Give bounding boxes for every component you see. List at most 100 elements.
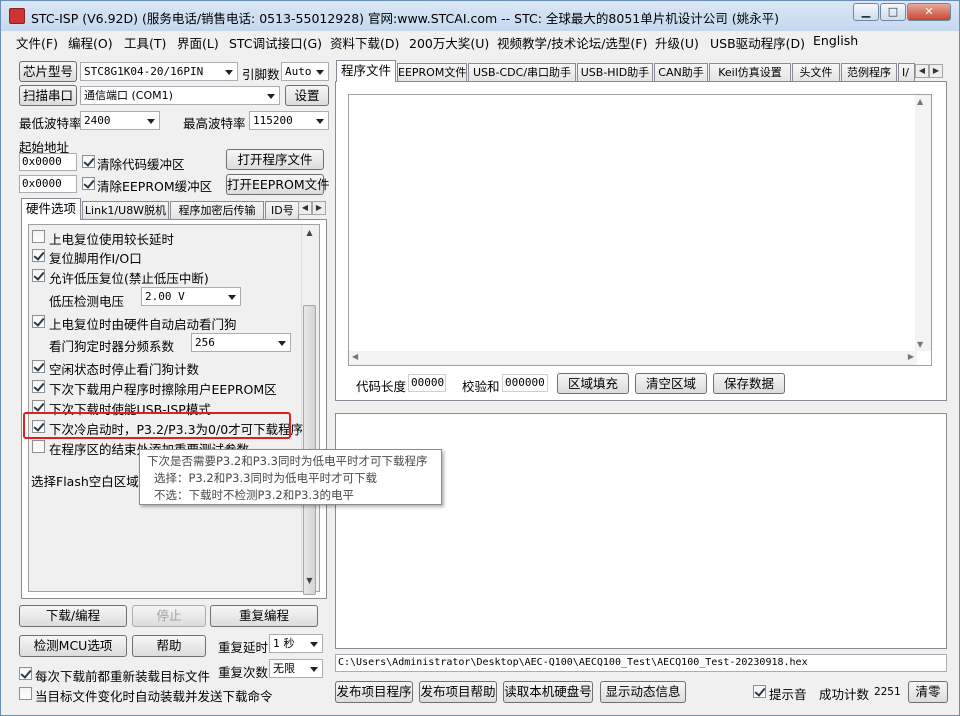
options-scrollbar[interactable]: ▲ ▼: [301, 225, 317, 595]
settings-button[interactable]: 设置: [285, 85, 329, 106]
open-eeprom-file-button[interactable]: 打开EEPROM文件: [226, 174, 330, 195]
check-mcu-button[interactable]: 检测MCU选项: [19, 635, 127, 657]
tab-scroll-right-icon[interactable]: ▶: [312, 201, 326, 215]
chip-type-button[interactable]: 芯片型号: [19, 61, 77, 82]
maximize-icon[interactable]: □: [880, 3, 906, 21]
option-checkbox-auto-watchdog[interactable]: [32, 315, 45, 328]
max-baud-select[interactable]: 115200: [249, 111, 329, 130]
auto-download-checkbox[interactable]: [19, 687, 32, 700]
tab-eeprom-file[interactable]: EEPROM文件: [397, 63, 467, 82]
pin-label: 引脚数: [242, 67, 280, 82]
menu-download-docs[interactable]: 资料下载(D): [330, 33, 399, 52]
menu-english[interactable]: English: [813, 33, 858, 48]
menu-interface[interactable]: 界面(L): [177, 33, 219, 52]
pin-value: Auto: [285, 65, 312, 78]
reprogram-button[interactable]: 重复编程: [210, 605, 318, 627]
hex-scroll-up-icon[interactable]: ▲: [917, 97, 923, 106]
tab-usb-cdc[interactable]: USB-CDC/串口助手: [468, 63, 576, 82]
tab-encrypt[interactable]: 程序加密后传输: [170, 201, 264, 219]
reload-checkbox[interactable]: [19, 667, 32, 680]
repeat-delay-select[interactable]: 1 秒: [269, 634, 323, 653]
chip-type-select[interactable]: STC8G1K04-20/16PIN: [80, 62, 238, 81]
hex-scroll-left-icon[interactable]: ◀: [352, 352, 358, 361]
hex-scroll-right-icon[interactable]: ▶: [908, 352, 914, 361]
main-window: STC-ISP (V6.92D) (服务电话/销售电话: 0513-550129…: [0, 0, 960, 716]
tab-examples[interactable]: 范例程序: [841, 63, 897, 82]
tab-keil[interactable]: Keil仿真设置: [709, 63, 791, 82]
tab-more[interactable]: I/: [898, 63, 915, 82]
menu-upgrade[interactable]: 升级(U): [655, 33, 699, 52]
hex-hscrollbar[interactable]: ◀ ▶: [349, 351, 917, 365]
menu-prize[interactable]: 200万大奖(U): [409, 33, 489, 52]
clear-eeprom-checkbox[interactable]: [82, 177, 95, 190]
menu-video[interactable]: 视频教学/技术论坛/选型(F): [497, 33, 647, 52]
scan-port-button[interactable]: 扫描串口: [19, 85, 77, 106]
min-baud-value: 2400: [84, 114, 111, 127]
option-checkbox-erase-eeprom[interactable]: [32, 380, 45, 393]
tooltip-line-3: 不选：下载时不检测P3.2和P3.3的电平: [154, 488, 354, 502]
tab-id[interactable]: ID号: [265, 201, 299, 219]
scroll-down-icon[interactable]: ▼: [302, 573, 317, 589]
repeat-count-label: 重复次数: [218, 665, 269, 680]
menu-usb-driver[interactable]: USB驱动程序(D): [710, 33, 805, 52]
wdt-prescaler-select[interactable]: 256: [191, 333, 291, 352]
chip-type-value: STC8G1K04-20/16PIN: [84, 65, 204, 78]
tab-header-file[interactable]: 头文件: [792, 63, 840, 82]
save-data-button[interactable]: 保存数据: [713, 373, 785, 394]
option-checkbox-test-params[interactable]: [32, 440, 45, 453]
read-disk-id-button[interactable]: 读取本机硬盘号: [503, 681, 593, 703]
publish-help-button[interactable]: 发布项目帮助: [419, 681, 497, 703]
program-file-pane: ▲ ▼ ◀ ▶ 代码长度 00000 校验和 000000 区域填充 清空区域 …: [335, 81, 947, 401]
option-checkbox-idle-stop-wdt[interactable]: [32, 360, 45, 373]
right-tab-scroll-left-icon[interactable]: ◀: [915, 64, 929, 78]
publish-program-button[interactable]: 发布项目程序: [335, 681, 413, 703]
open-program-file-button[interactable]: 打开程序文件: [226, 149, 324, 170]
code-start-address-input[interactable]: 0x0000: [19, 153, 77, 171]
hex-view[interactable]: ▲ ▼ ◀ ▶: [348, 94, 932, 366]
tab-hardware-options[interactable]: 硬件选项: [21, 198, 81, 220]
right-tab-scroll-right-icon[interactable]: ▶: [929, 64, 943, 78]
close-icon[interactable]: ✕: [907, 3, 951, 21]
hex-scroll-down-icon[interactable]: ▼: [917, 340, 923, 349]
tab-usb-hid[interactable]: USB-HID助手: [577, 63, 653, 82]
repeat-count-select[interactable]: 无限: [269, 659, 323, 678]
stop-button[interactable]: 停止: [132, 605, 206, 627]
tab-link1[interactable]: Link1/U8W脱机: [82, 201, 169, 219]
clear-area-button[interactable]: 清空区域: [635, 373, 707, 394]
option-checkbox-reset-io[interactable]: [32, 249, 45, 262]
tab-can[interactable]: CAN助手: [654, 63, 708, 82]
scroll-up-icon[interactable]: ▲: [302, 225, 317, 241]
eeprom-start-address-input[interactable]: 0x0000: [19, 175, 77, 193]
beep-checkbox[interactable]: [753, 685, 766, 698]
port-select[interactable]: 通信端口 (COM1): [80, 86, 280, 105]
tooltip-line-2: 选择：P3.2和P3.3同时为低电平时才可下载: [154, 471, 377, 485]
minimize-icon[interactable]: ▁: [853, 3, 879, 21]
file-path-field[interactable]: C:\Users\Administrator\Desktop\AEC-Q100\…: [335, 654, 947, 672]
min-baud-select[interactable]: 2400: [80, 111, 160, 130]
show-dynamic-info-button[interactable]: 显示动态信息: [600, 681, 686, 703]
window-title: STC-ISP (V6.92D) (服务电话/销售电话: 0513-550129…: [31, 11, 779, 26]
title-bar: STC-ISP (V6.92D) (服务电话/销售电话: 0513-550129…: [1, 1, 959, 31]
clear-count-button[interactable]: 清零: [908, 681, 948, 703]
low-voltage-select[interactable]: 2.00 V: [141, 287, 241, 306]
clear-code-checkbox[interactable]: [82, 155, 95, 168]
help-button[interactable]: 帮助: [132, 635, 206, 657]
menu-tools[interactable]: 工具(T): [124, 33, 166, 52]
fill-area-button[interactable]: 区域填充: [557, 373, 629, 394]
menu-program[interactable]: 编程(O): [68, 33, 113, 52]
clear-eeprom-label: 清除EEPROM缓冲区: [97, 179, 213, 194]
repeat-count-value: 无限: [273, 662, 295, 675]
option-label-auto-watchdog: 上电复位时由硬件自动启动看门狗: [49, 317, 237, 332]
tab-scroll-left-icon[interactable]: ◀: [298, 201, 312, 215]
hex-vscrollbar[interactable]: ▲ ▼: [915, 95, 931, 351]
menu-file[interactable]: 文件(F): [16, 33, 58, 52]
repeat-delay-value: 1 秒: [273, 637, 295, 650]
option-checkbox-low-voltage-reset[interactable]: [32, 269, 45, 282]
download-program-button[interactable]: 下载/编程: [19, 605, 127, 627]
menu-debug[interactable]: STC调试接口(G): [229, 33, 322, 52]
flash-fill-label: 选择Flash空白区域的: [31, 474, 152, 489]
code-length-value: 00000: [408, 374, 446, 392]
tab-program-file[interactable]: 程序文件: [336, 60, 396, 82]
option-checkbox-long-delay[interactable]: [32, 230, 45, 243]
pin-select[interactable]: Auto: [281, 62, 329, 81]
